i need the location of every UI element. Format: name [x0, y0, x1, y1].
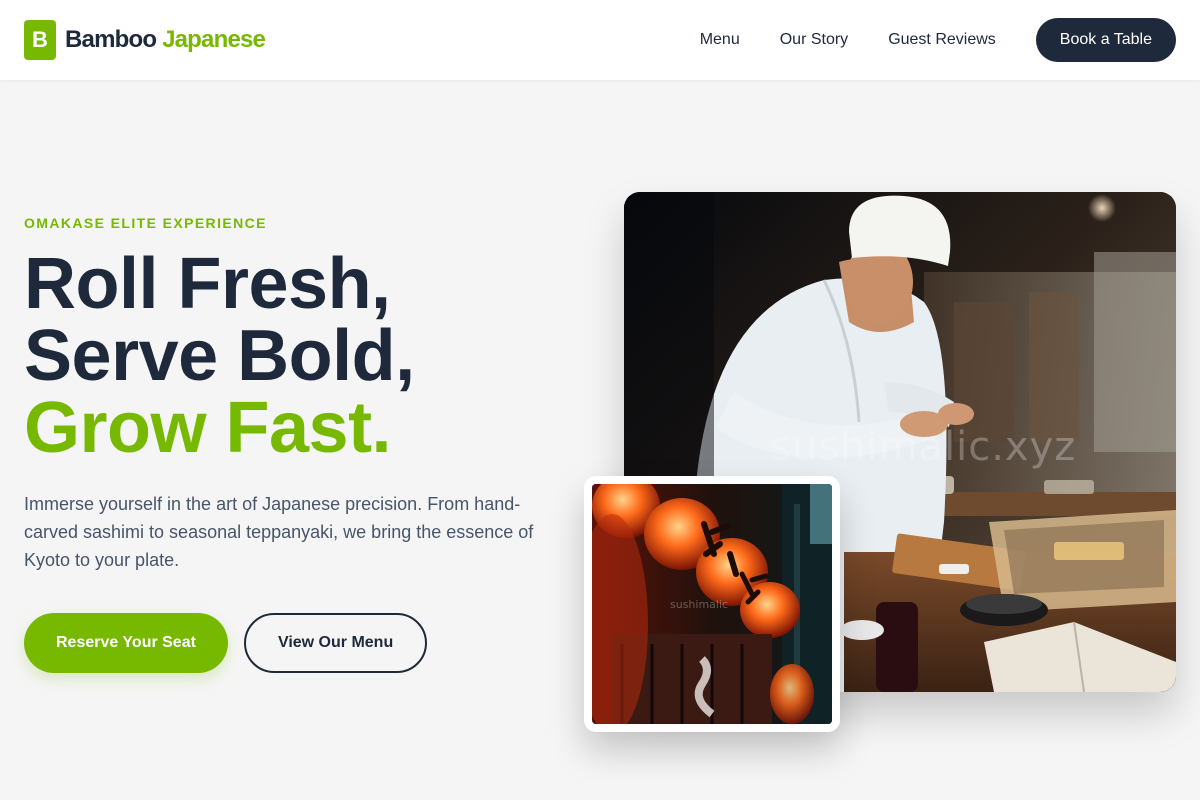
headline-line-3: Grow Fast. [24, 388, 392, 468]
view-menu-button[interactable]: View Our Menu [243, 613, 428, 673]
logo-text: Bamboo Japanese [65, 26, 266, 54]
site-header: B Bamboo Japanese Menu Our Story Guest R… [0, 0, 1200, 80]
hero-description: Immerse yourself in the art of Japanese … [24, 494, 534, 570]
hero-headline: Roll Fresh, Serve Bold, Grow Fast. [24, 248, 415, 464]
hero-cta-group: Reserve Your Seat View Our Menu [24, 613, 428, 673]
main-nav: Menu Our Story Guest Reviews Book a Tabl… [700, 18, 1176, 62]
hero-eyebrow: OMAKASE ELITE EXPERIENCE [24, 215, 267, 231]
nav-link-menu[interactable]: Menu [700, 31, 740, 49]
nav-link-our-story[interactable]: Our Story [780, 31, 848, 49]
reserve-seat-button[interactable]: Reserve Your Seat [24, 613, 228, 673]
book-table-button[interactable]: Book a Table [1035, 18, 1176, 62]
brand-name: Bamboo [65, 26, 157, 53]
lantern-photo: sushimalic [592, 484, 832, 724]
lantern-photo-card: sushimalic [584, 476, 840, 732]
headline-line-1: Roll Fresh, [24, 244, 391, 324]
inset-photo-watermark: sushimalic [670, 598, 729, 611]
headline-line-2: Serve Bold, [24, 316, 415, 396]
brand-name-accent: Japanese [162, 26, 266, 53]
logo-link[interactable]: B Bamboo Japanese [24, 20, 266, 60]
logo-badge: B [24, 20, 56, 60]
nav-link-guest-reviews[interactable]: Guest Reviews [888, 31, 996, 49]
main-photo-watermark: sushimalic.xyz [770, 424, 1077, 470]
